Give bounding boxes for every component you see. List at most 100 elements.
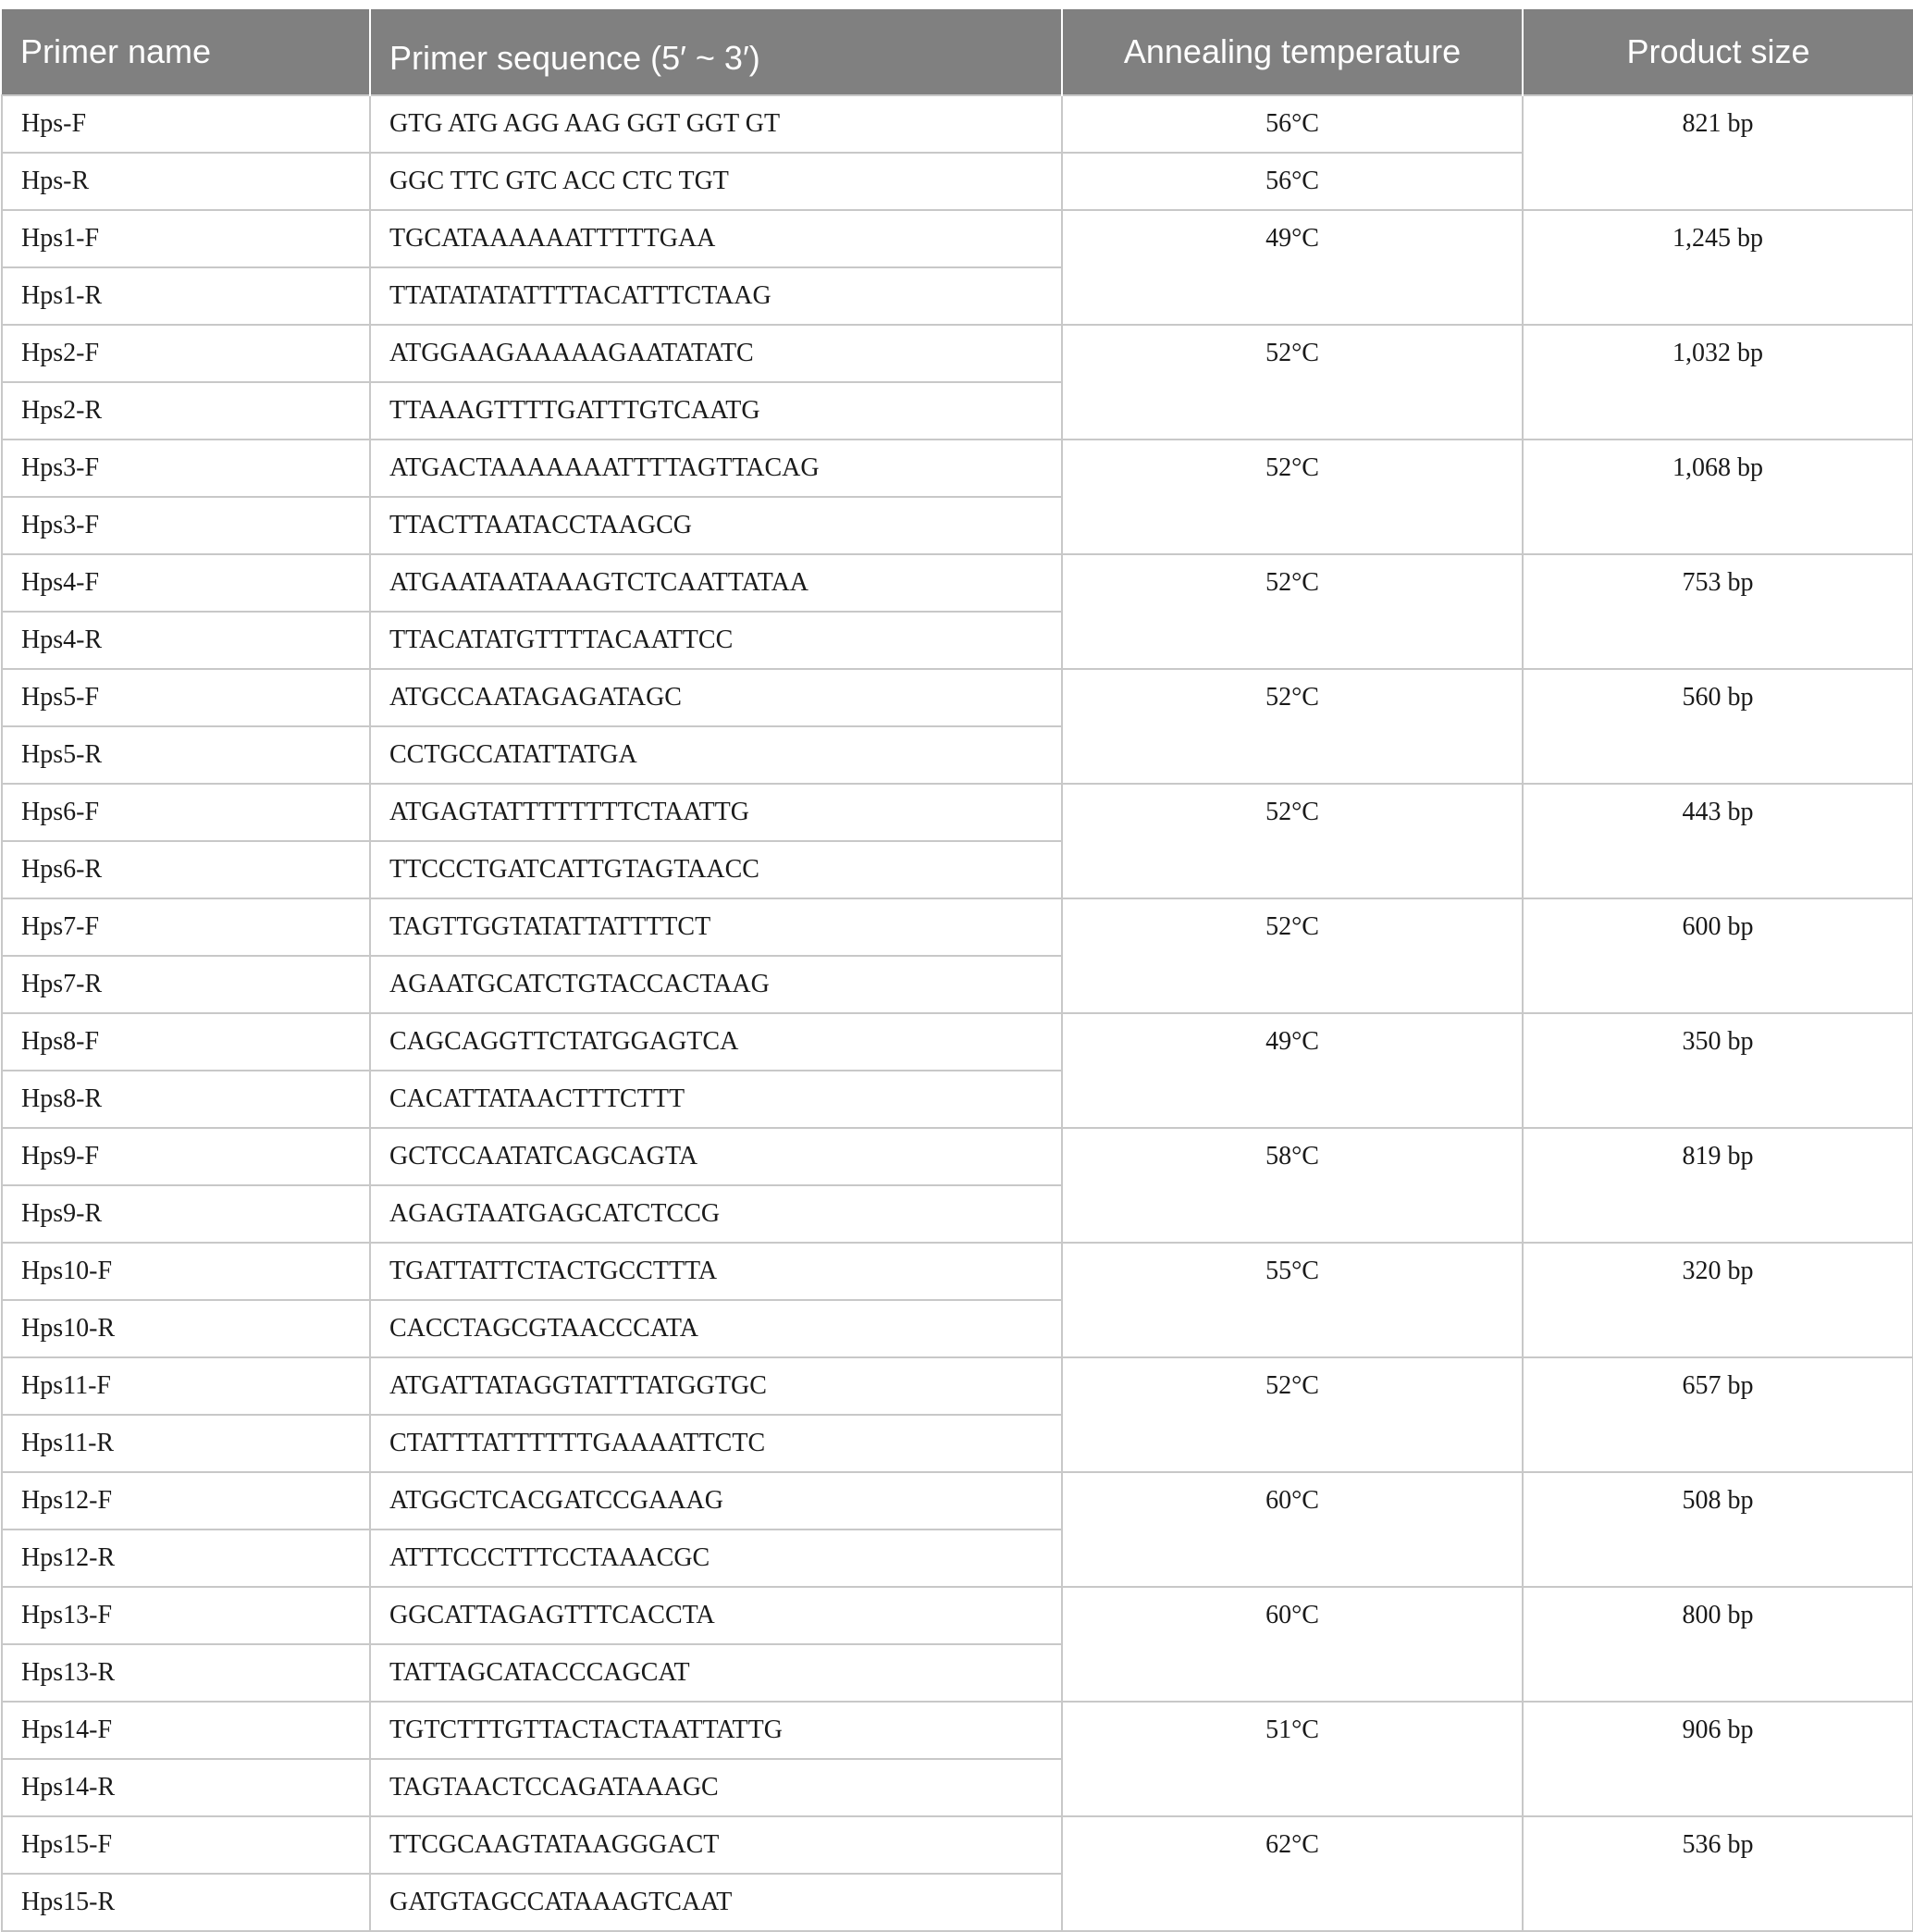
header-primer-sequence: Primer sequence (5′ ~ 3′)	[370, 9, 1063, 95]
primer-sequence-cell: TTATATATATTTTACATTTCTAAG	[369, 266, 1063, 326]
table-row: Hps8-F CAGCAGGTTCTATGGAGTCA 49°C 350 bp	[1, 1012, 1913, 1129]
primer-sequence-cell: ATTTCCCTTTCCTAAACGC	[369, 1529, 1063, 1588]
annealing-temperature-cell: 52°C	[1061, 898, 1524, 1014]
primer-name-cell: Hps-F	[1, 94, 371, 154]
table-body: Hps-F GTG ATG AGG AAG GGT GGT GT 56°C 821 b…	[1, 94, 1913, 1932]
primer-name-cell: Hps3-F	[1, 439, 371, 498]
header-primer-name: Primer name	[2, 9, 371, 95]
primer-sequence-cell: CACCTAGCGTAACCCATA	[369, 1299, 1063, 1358]
primer-name-cell: Hps4-R	[1, 611, 371, 670]
primer-name-cell: Hps5-R	[1, 725, 371, 785]
table-row: Hps15-F TTCGCAAGTATAAGGGACT 62°C 536 bp	[1, 1815, 1913, 1932]
table-header: Primer name Primer sequence (5′ ~ 3′) An…	[2, 9, 1913, 95]
table-row: Hps6-F ATGAGTATTTTTTTTCTAATTG 52°C 443 bp	[1, 783, 1913, 899]
primer-sequence-cell: TTACTTAATACCTAAGCG	[369, 496, 1063, 555]
primer-sequence-cell: ATGGAAGAAAAAGAATATATC	[369, 324, 1063, 383]
primer-sequence-cell: TATTAGCATACCCAGCAT	[369, 1643, 1063, 1703]
primer-sequence-cell: ATGAATAATAAAGTCTCAATTATAA	[369, 553, 1063, 613]
annealing-temperature-cell: 52°C	[1061, 324, 1524, 440]
primer-name-cell: Hps11-R	[1, 1414, 371, 1473]
primer-name-cell: Hps3-F	[1, 496, 371, 555]
primer-name-cell: Hps2-R	[1, 381, 371, 440]
annealing-temperature-cell: 52°C	[1061, 1356, 1524, 1473]
primer-name-cell: Hps10-F	[1, 1242, 371, 1301]
header-row: Primer name Primer sequence (5′ ~ 3′) An…	[2, 9, 1913, 95]
product-size-cell: 1,068 bp	[1522, 439, 1913, 555]
table-row: Hps10-F TGATTATTCTACTGCCTTTA 55°C 320 bp	[1, 1242, 1913, 1358]
primer-sequence-cell: AGAATGCATCTGTACCACTAAG	[369, 955, 1063, 1014]
primer-name-cell: Hps12-F	[1, 1471, 371, 1530]
table-row: Hps14-F TGTCTTTGTTACTACTAATTATTG 51°C 906 b…	[1, 1701, 1913, 1817]
product-size-cell: 1,245 bp	[1522, 209, 1913, 326]
primer-name-cell: Hps9-R	[1, 1184, 371, 1244]
primer-name-cell: Hps10-R	[1, 1299, 371, 1358]
primer-sequence-cell: TTACATATGTTTTACAATTCC	[369, 611, 1063, 670]
primer-name-cell: Hps6-R	[1, 840, 371, 899]
primer-sequence-cell: ATGGCTCACGATCCGAAAG	[369, 1471, 1063, 1530]
primer-name-cell: Hps7-R	[1, 955, 371, 1014]
primer-sequence-cell: ATGACTAAAAAAATTTTAGTTACAG	[369, 439, 1063, 498]
table-row: Hps11-F ATGATTATAGGTATTTATGGTGC 52°C 657 bp	[1, 1356, 1913, 1473]
product-size-cell: 508 bp	[1522, 1471, 1913, 1588]
primer-sequence-cell: CCTGCCATATTATGA	[369, 725, 1063, 785]
primer-name-cell: Hps5-F	[1, 668, 371, 727]
annealing-temperature-cell: 49°C	[1061, 209, 1524, 326]
annealing-temperature-cell: 58°C	[1061, 1127, 1524, 1244]
product-size-cell: 657 bp	[1522, 1356, 1913, 1473]
annealing-temperature-cell: 51°C	[1061, 1701, 1524, 1817]
product-size-cell: 753 bp	[1522, 553, 1913, 670]
primer-name-cell: Hps1-F	[1, 209, 371, 268]
annealing-temperature-cell: 55°C	[1061, 1242, 1524, 1358]
primer-sequence-cell: TTCCCTGATCATTGTAGTAACC	[369, 840, 1063, 899]
primer-name-cell: Hps15-F	[1, 1815, 371, 1875]
primer-sequence-cell: CAGCAGGTTCTATGGAGTCA	[369, 1012, 1063, 1071]
primer-sequence-cell: CACATTATAACTTTCTTT	[369, 1070, 1063, 1129]
annealing-temperature-cell: 56°C	[1061, 152, 1524, 211]
primer-sequence-cell: ATGCCAATAGAGATAGC	[369, 668, 1063, 727]
primer-sequence-cell: ATGATTATAGGTATTTATGGTGC	[369, 1356, 1063, 1416]
primer-sequence-cell: GGCATTAGAGTTTCACCTA	[369, 1586, 1063, 1645]
primer-sequence-cell: GATGTAGCCATAAAGTCAAT	[369, 1873, 1063, 1932]
annealing-temperature-cell: 60°C	[1061, 1586, 1524, 1703]
product-size-cell: 536 bp	[1522, 1815, 1913, 1932]
table-row: Hps9-F GCTCCAATATCAGCAGTA 58°C 819 bp	[1, 1127, 1913, 1244]
primer-sequence-cell: GTG ATG AGG AAG GGT GGT GT	[369, 94, 1063, 154]
primer-sequence-cell: TTCGCAAGTATAAGGGACT	[369, 1815, 1063, 1875]
primer-name-cell: Hps12-R	[1, 1529, 371, 1588]
product-size-cell: 906 bp	[1522, 1701, 1913, 1817]
annealing-temperature-cell: 52°C	[1061, 668, 1524, 785]
table-row: Hps4-F ATGAATAATAAAGTCTCAATTATAA 52°C 753 b…	[1, 553, 1913, 670]
header-annealing-temperature: Annealing temperature	[1062, 9, 1524, 95]
header-product-size: Product size	[1523, 9, 1913, 95]
product-size-cell: 819 bp	[1522, 1127, 1913, 1244]
primer-sequence-cell: TGCATAAAAAATTTTTGAA	[369, 209, 1063, 268]
primer-sequence-cell: AGAGTAATGAGCATCTCCG	[369, 1184, 1063, 1244]
primer-name-cell: Hps-R	[1, 152, 371, 211]
primer-name-cell: Hps4-F	[1, 553, 371, 613]
table-row: Hps7-F TAGTTGGTATATTATTTTCT 52°C 600 bp	[1, 898, 1913, 1014]
table-row: Hps12-F ATGGCTCACGATCCGAAAG 60°C 508 bp	[1, 1471, 1913, 1588]
primer-name-cell: Hps2-F	[1, 324, 371, 383]
primer-sequence-cell: ATGAGTATTTTTTTTCTAATTG	[369, 783, 1063, 842]
primer-name-cell: Hps14-F	[1, 1701, 371, 1760]
annealing-temperature-cell: 62°C	[1061, 1815, 1524, 1932]
product-size-cell: 560 bp	[1522, 668, 1913, 785]
primer-name-cell: Hps6-F	[1, 783, 371, 842]
annealing-temperature-cell: 56°C	[1061, 94, 1524, 154]
product-size-cell: 350 bp	[1522, 1012, 1913, 1129]
primer-sequence-cell: TAGTAACTCCAGATAAAGC	[369, 1758, 1063, 1817]
primer-sequence-cell: GGC TTC GTC ACC CTC TGT	[369, 152, 1063, 211]
product-size-cell: 600 bp	[1522, 898, 1913, 1014]
primer-name-cell: Hps15-R	[1, 1873, 371, 1932]
table-row: Hps13-F GGCATTAGAGTTTCACCTA 60°C 800 bp	[1, 1586, 1913, 1703]
annealing-temperature-cell: 52°C	[1061, 783, 1524, 899]
primer-table: Primer name Primer sequence (5′ ~ 3′) An…	[1, 9, 1913, 1932]
annealing-temperature-cell: 60°C	[1061, 1471, 1524, 1588]
primer-sequence-cell: GCTCCAATATCAGCAGTA	[369, 1127, 1063, 1186]
primer-name-cell: Hps13-R	[1, 1643, 371, 1703]
primer-sequence-cell: TTAAAGTTTTGATTTGTCAATG	[369, 381, 1063, 440]
table-row: Hps-F GTG ATG AGG AAG GGT GGT GT 56°C 821 b…	[1, 94, 1913, 211]
primer-name-cell: Hps8-R	[1, 1070, 371, 1129]
annealing-temperature-cell: 49°C	[1061, 1012, 1524, 1129]
table-row: Hps5-F ATGCCAATAGAGATAGC 52°C 560 bp	[1, 668, 1913, 785]
